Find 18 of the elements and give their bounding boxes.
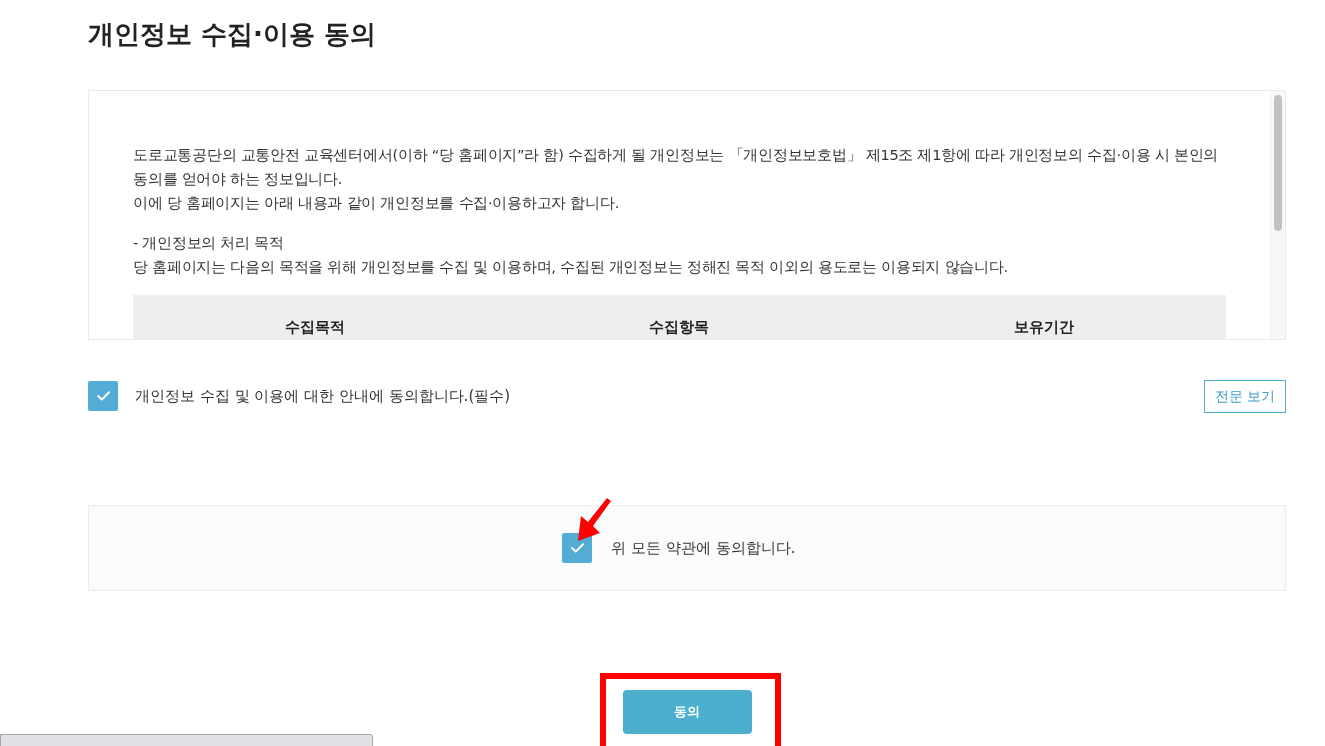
consent-checkbox[interactable] — [88, 381, 118, 411]
terms-text: 도로교통공단의 교통안전 교육센터에서(이하 “당 홈페이지”라 함) 수집하게 될 개인정보는 「개인정보보호법」 제15조 제1항에 따라 개인정보의 수집·이용 시 본인의 동의를 얻어야 하는 정보입니다. — [133, 146, 1220, 189]
terms-text: 이에 당 홈페이지는 아래 내용과 같이 개인정보를 수집·이용하고자 합니다. — [133, 194, 621, 213]
scrollbar-thumb[interactable] — [1274, 95, 1282, 231]
column-header: 보유기간 — [1013, 317, 1074, 338]
column-header: 수집목적 — [285, 317, 346, 338]
arrow-icon — [576, 497, 612, 543]
page-title: 개인정보 수집·이용 동의 — [88, 18, 376, 51]
agree-all-label: 위 모든 약관에 동의합니다. — [611, 538, 796, 559]
terms-text: 당 홈페이지는 다음의 목적을 위해 개인정보를 수집 및 이용하며, 수집된 개인정보는 정해진 목적 이외의 용도로는 이용되지 않습니다. — [133, 258, 1009, 277]
check-icon — [96, 391, 110, 401]
terms-text: - 개인정보의 처리 목적 — [133, 234, 285, 253]
scrollbar[interactable] — [1270, 91, 1285, 339]
view-full-button[interactable]: 전문 보기 — [1204, 379, 1286, 413]
consent-label: 개인정보 수집 및 이용에 대한 안내에 동의합니다.(필수) — [135, 386, 511, 407]
check-icon — [570, 543, 584, 553]
agree-button[interactable]: 동의 — [622, 690, 752, 734]
column-header: 수집항목 — [649, 317, 710, 338]
